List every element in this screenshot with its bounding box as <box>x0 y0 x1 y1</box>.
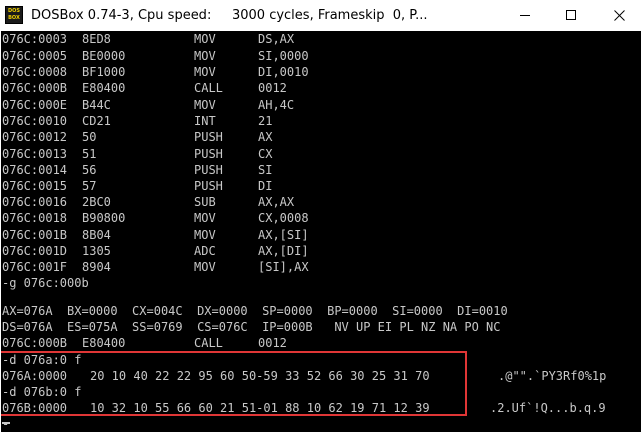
minimize-icon <box>520 15 530 16</box>
disasm-mnemonic: MOV <box>194 260 216 274</box>
window-title: DOSBox 0.74-3, Cpu speed: 3000 cycles, F… <box>31 8 428 23</box>
icon-text-dos: DOS <box>7 8 20 14</box>
text-cursor <box>2 422 10 424</box>
maximize-icon <box>566 10 576 20</box>
disasm-operands: [SI],AX <box>258 260 309 274</box>
close-button[interactable] <box>596 0 642 31</box>
dosbox-icon[interactable]: DOS BOX <box>5 6 23 24</box>
go-command: -g 076c:000b <box>2 276 89 290</box>
close-icon <box>614 10 625 21</box>
registers-line-2: DS=076A ES=075A SS=0769 CS=076C IP=000B … <box>2 320 501 334</box>
minimize-button[interactable] <box>502 0 548 31</box>
dump-ascii: .@"".`PY3Rf0%1p <box>498 369 607 383</box>
dos-console[interactable]: 076C:0003 8ED8 MOV DS,AX 076C:0005 BE000… <box>1 31 641 432</box>
dosbox-window: DOS BOX DOSBox 0.74-3, Cpu speed: 3000 c… <box>0 0 642 433</box>
dump-ascii: .2.Uf`!Q...b.q.9 <box>490 401 606 415</box>
maximize-button[interactable] <box>548 0 594 31</box>
highlight-box <box>1 351 467 416</box>
icon-text-box: BOX <box>8 15 20 21</box>
title-bar[interactable]: DOS BOX DOSBox 0.74-3, Cpu speed: 3000 c… <box>0 0 642 31</box>
